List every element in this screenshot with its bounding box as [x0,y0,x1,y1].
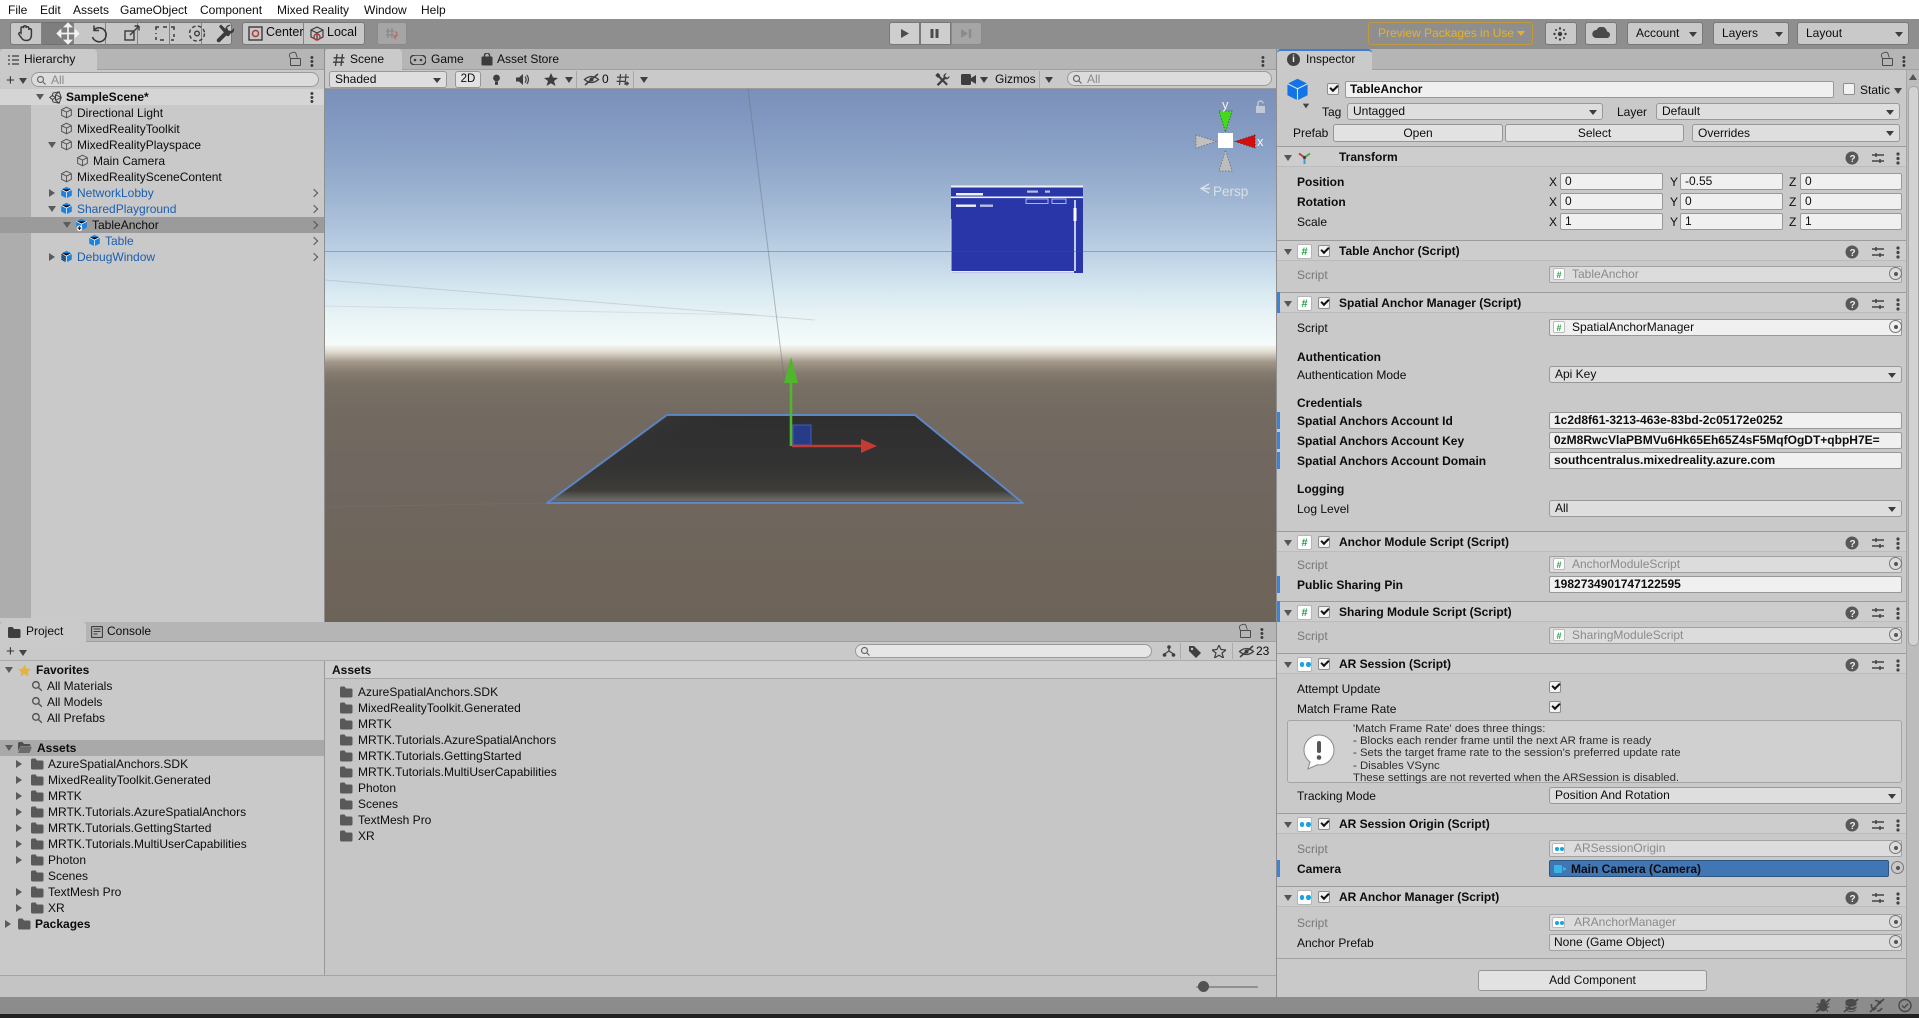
svg-text:?: ? [1850,609,1856,620]
svg-text:?: ? [1850,248,1856,259]
svg-text:x: x [1257,134,1264,149]
svg-text:?: ? [1850,821,1856,832]
svg-text:?: ? [1850,894,1856,905]
svg-text:?: ? [1850,300,1856,311]
svg-text:?: ? [1850,661,1856,672]
svg-text:Persp: Persp [1213,184,1248,199]
svg-text:y: y [1222,97,1229,112]
svg-text:?: ? [1850,539,1856,550]
svg-text:?: ? [1850,154,1856,165]
